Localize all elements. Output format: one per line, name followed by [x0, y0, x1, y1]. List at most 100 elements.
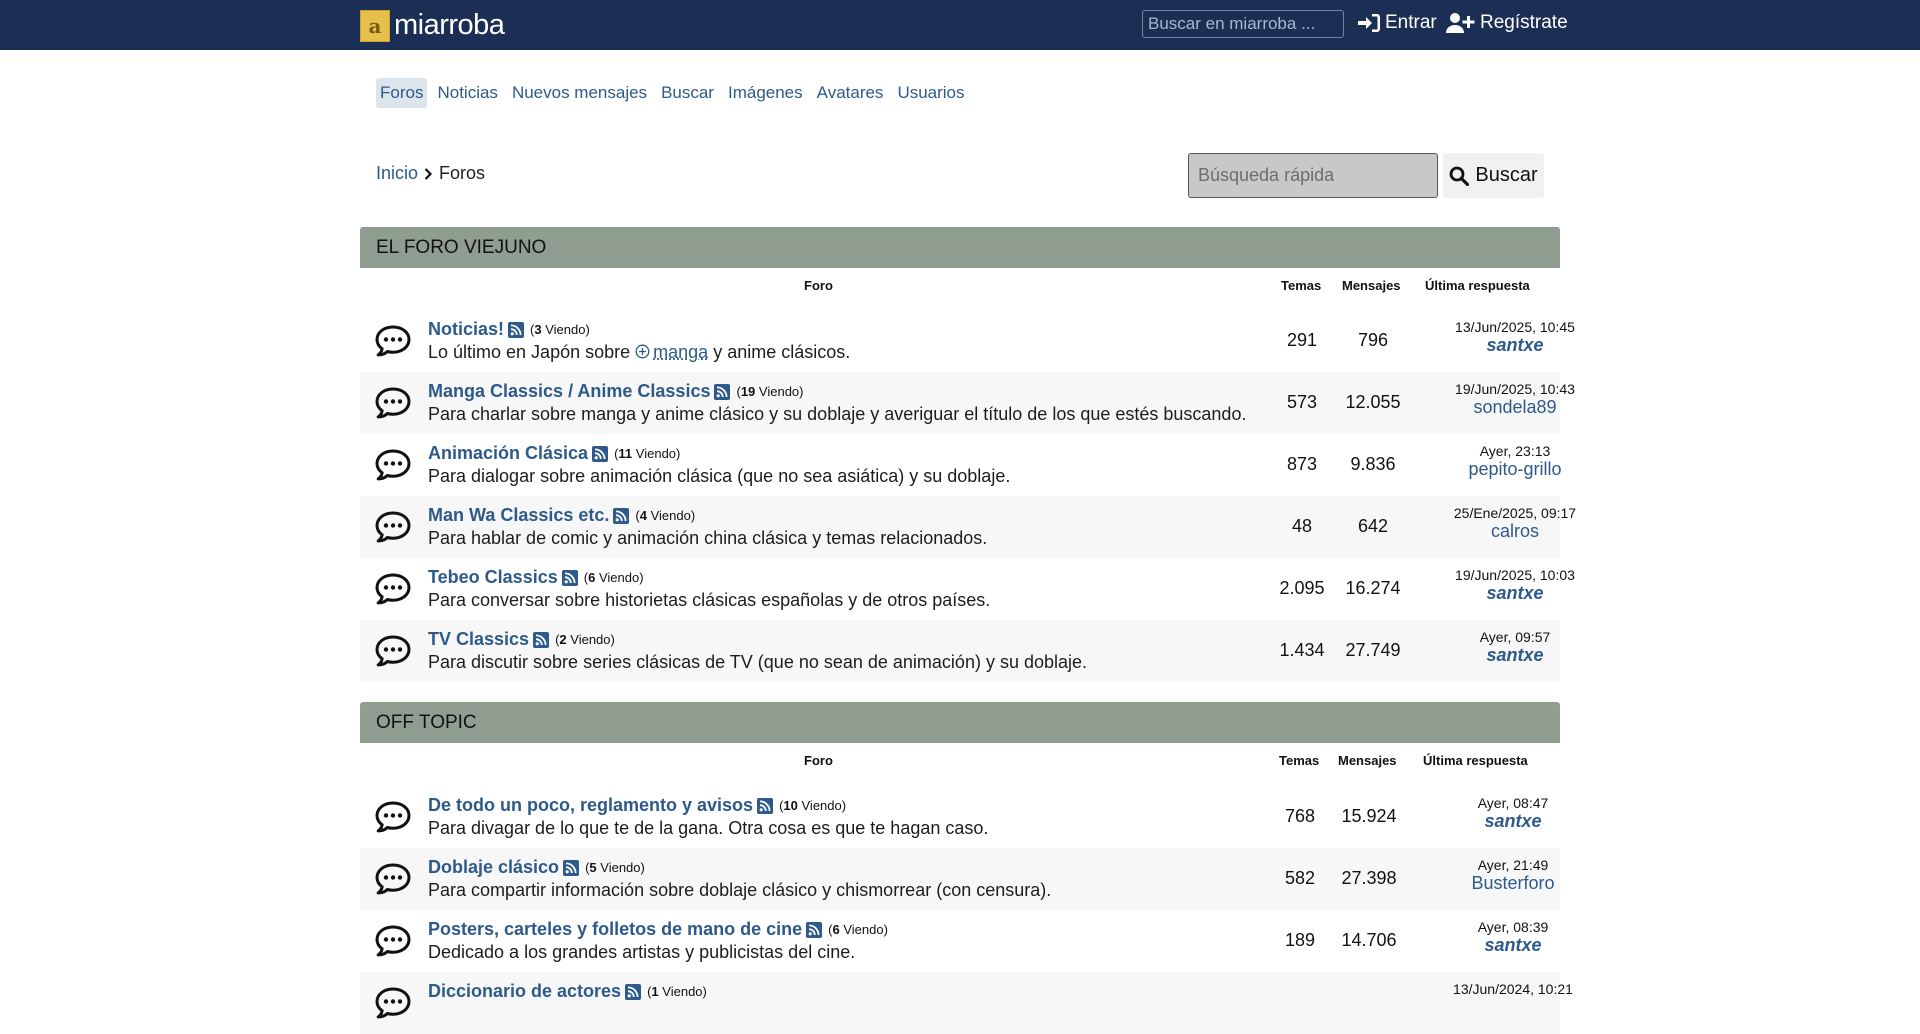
last-reply-user[interactable]: santxe: [1438, 935, 1588, 956]
forum-title-link[interactable]: Manga Classics / Anime Classics: [428, 381, 710, 402]
forum-row: TV Classics (2 Viendo) Para discutir sob…: [360, 620, 1560, 682]
quick-search-button[interactable]: Buscar: [1443, 153, 1544, 198]
rss-feed-icon[interactable]: [561, 569, 578, 586]
rss-feed-icon[interactable]: [613, 507, 630, 524]
last-reply-date: Ayer, 08:39: [1477, 919, 1549, 935]
rss-feed-icon[interactable]: [563, 859, 580, 876]
forum-description: Para hablar de comic y animación china c…: [428, 528, 988, 548]
quick-search-input[interactable]: [1188, 153, 1438, 198]
topics-count: 2.095: [1279, 578, 1325, 598]
forum-row: Man Wa Classics etc. (4 Viendo) Para hab…: [360, 496, 1576, 558]
last-reply-user[interactable]: santxe: [1438, 811, 1588, 832]
last-reply-user[interactable]: calros: [1440, 521, 1590, 542]
nav-tab-foros[interactable]: Foros: [376, 78, 428, 108]
category-header[interactable]: EL FORO VIEJUNO: [360, 227, 1560, 268]
rss-feed-icon[interactable]: [592, 445, 609, 462]
forum-title-link[interactable]: Tebeo Classics: [428, 567, 558, 588]
last-reply: Ayer, 23:13 pepito-grillo: [1440, 443, 1590, 480]
speech-bubble-icon: [375, 573, 411, 605]
viewing-number: 10: [783, 798, 798, 813]
viewing-count: (5 Viendo): [585, 860, 645, 875]
quick-search-label: Buscar: [1475, 164, 1538, 186]
topics-count: 768: [1284, 806, 1316, 826]
viewing-label: Viendo: [598, 570, 640, 585]
rss-feed-icon[interactable]: [508, 321, 525, 338]
forum-description: Dedicado a los grandes artistas y public…: [428, 942, 856, 962]
viewing-number: 5: [589, 860, 597, 875]
register-link[interactable]: Regístrate: [1446, 12, 1568, 34]
keyword-link[interactable]: manga: [653, 342, 708, 362]
posts-count: 16.274: [1345, 578, 1401, 598]
forum-title-link[interactable]: De todo un poco, reglamento y avisos: [428, 795, 753, 816]
column-posts: Mensajes: [1338, 752, 1397, 768]
speech-bubble-icon: [375, 325, 411, 357]
topics-count: 189: [1284, 930, 1316, 950]
viewing-number: 3: [534, 322, 542, 337]
column-forum: Foro: [804, 277, 833, 293]
last-reply-user[interactable]: santxe: [1440, 645, 1590, 666]
last-reply-date: Ayer, 09:57: [1479, 629, 1551, 645]
nav-tab-buscar[interactable]: Buscar: [657, 78, 718, 108]
forum-list: Noticias! (3 Viendo) Lo último en Japón …: [360, 310, 1576, 682]
topics-count: 873: [1286, 454, 1318, 474]
speech-bubble-icon: [375, 449, 411, 481]
rss-feed-icon[interactable]: [533, 631, 550, 648]
viewing-label: Viendo: [758, 384, 800, 399]
user-plus-icon: [1446, 13, 1475, 33]
last-reply-user[interactable]: santxe: [1440, 335, 1590, 356]
site-search-input[interactable]: [1142, 10, 1344, 38]
last-reply-user[interactable]: pepito-grillo: [1440, 459, 1590, 480]
topics-count: 1.434: [1279, 640, 1325, 660]
column-forum: Foro: [804, 752, 833, 768]
nav-tab-usuarios[interactable]: Usuarios: [893, 78, 968, 108]
last-reply-user[interactable]: Busterforo: [1438, 873, 1588, 894]
posts-count: 9.836: [1350, 454, 1396, 474]
posts-count: 642: [1357, 516, 1389, 536]
viewing-label: Viendo: [662, 984, 703, 999]
column-topics: Temas: [1281, 277, 1322, 293]
forum-title-link[interactable]: Man Wa Classics etc.: [428, 505, 609, 526]
breadcrumb-home[interactable]: Inicio: [376, 163, 418, 184]
category-header[interactable]: OFF TOPIC: [360, 702, 1560, 743]
rss-feed-icon[interactable]: [625, 983, 642, 1000]
last-reply-user[interactable]: sondela89: [1440, 397, 1590, 418]
forum-title-link[interactable]: Diccionario de actores: [428, 981, 621, 1002]
viewing-number: 1: [651, 984, 659, 999]
forum-row: De todo un poco, reglamento y avisos (10…: [360, 786, 1560, 848]
category-title: EL FORO VIEJUNO: [376, 236, 547, 258]
posts-count: 796: [1357, 330, 1389, 350]
topics-count: 573: [1286, 392, 1318, 412]
last-reply-date: 25/Ene/2025, 09:17: [1453, 505, 1577, 521]
forum-title-link[interactable]: Noticias!: [428, 319, 504, 340]
login-link[interactable]: Entrar: [1357, 12, 1437, 34]
nav-tab-imagenes[interactable]: Imágenes: [724, 78, 807, 108]
column-last-reply: Última respuesta: [1425, 277, 1530, 293]
rss-feed-icon[interactable]: [757, 797, 774, 814]
topics-count: 582: [1284, 868, 1316, 888]
rss-feed-icon[interactable]: [714, 383, 731, 400]
nav-tab-noticias[interactable]: Noticias: [433, 78, 501, 108]
breadcrumb-current: Foros: [439, 163, 486, 183]
posts-count: 14.706: [1341, 930, 1397, 950]
rss-feed-icon[interactable]: [806, 921, 823, 938]
viewing-number: 19: [740, 384, 756, 399]
search-icon: [1449, 166, 1470, 186]
forum-title-link[interactable]: Posters, carteles y folletos de mano de …: [428, 919, 802, 940]
forum-description: Para dialogar sobre animación clásica (q…: [428, 466, 1011, 486]
last-reply-date: 19/Jun/2025, 10:03: [1455, 567, 1575, 583]
viewing-count: (4 Viendo): [635, 508, 696, 523]
forum-description: Para compartir información sobre doblaje…: [428, 880, 1052, 900]
column-last-reply: Última respuesta: [1423, 752, 1528, 768]
last-reply-date: Ayer, 21:49: [1477, 857, 1549, 873]
forum-title-link[interactable]: Animación Clásica: [428, 443, 588, 464]
posts-count: 15.924: [1341, 806, 1397, 826]
forum-description: Para discutir sobre series clásicas de T…: [428, 652, 1088, 672]
forum-title-link[interactable]: Doblaje clásico: [428, 857, 559, 878]
miarroba-logo[interactable]: a miarroba: [360, 9, 505, 42]
last-reply-user[interactable]: santxe: [1440, 583, 1590, 604]
nav-tab-nuevos-mensajes[interactable]: Nuevos mensajes: [508, 78, 651, 108]
nav-tab-avatares[interactable]: Avatares: [813, 78, 888, 108]
last-reply: Ayer, 09:57 santxe: [1440, 629, 1590, 666]
forum-title-link[interactable]: TV Classics: [428, 629, 529, 650]
forum-row: Doblaje clásico (5 Viendo) Para comparti…: [360, 848, 1560, 910]
